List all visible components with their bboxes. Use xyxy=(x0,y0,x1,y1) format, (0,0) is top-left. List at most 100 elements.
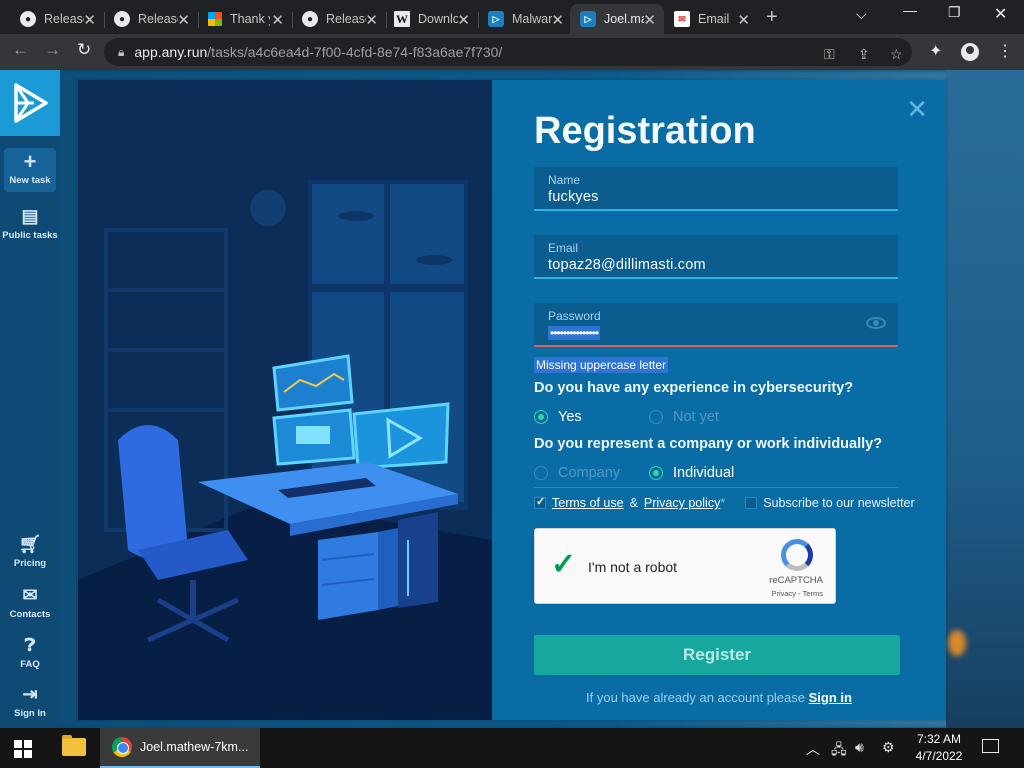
terms-row: Terms of use & Privacy policy * Subscrib… xyxy=(534,495,915,510)
reload-icon[interactable]: ↻ xyxy=(77,40,91,60)
radio-experience-not-yet[interactable]: Not yet xyxy=(649,409,719,425)
network-icon[interactable]: 🖧︎ xyxy=(831,739,847,763)
recaptcha-widget[interactable]: ✓ I'm not a robot reCAPTCHA Privacy - Te… xyxy=(534,528,836,604)
form-title: Registration xyxy=(534,110,756,152)
windows-taskbar: Joel.mathew-7km... ︿ 🖧︎ 🔊︎ ⚙ 7:32 AM 4/7… xyxy=(0,728,1024,768)
close-tab-icon[interactable]: ✕ xyxy=(83,11,96,29)
radio-icon xyxy=(534,466,548,480)
browser-tab[interactable]: W Download ✕ xyxy=(384,4,479,34)
desk-illustration xyxy=(78,80,492,720)
key-icon[interactable]: ⚿ xyxy=(824,46,835,63)
close-tab-icon[interactable]: ✕ xyxy=(271,11,284,29)
tray-chevron-icon[interactable]: ︿ xyxy=(806,739,820,759)
close-tab-icon[interactable]: ✕ xyxy=(737,11,750,29)
newsletter-checkbox[interactable] xyxy=(745,497,758,509)
close-tab-icon[interactable]: ✕ xyxy=(365,11,378,29)
close-tab-icon[interactable]: ✕ xyxy=(643,11,656,29)
play-logo-icon xyxy=(14,83,48,123)
mail-icon: ✉ xyxy=(22,585,38,605)
password-input[interactable]: ••••••••••••••• xyxy=(548,326,601,340)
name-input[interactable]: fuckyes xyxy=(548,189,884,205)
notification-icon[interactable] xyxy=(982,739,999,753)
radio-selected-icon xyxy=(649,466,663,480)
close-tab-icon[interactable]: ✕ xyxy=(551,11,564,29)
password-error: Missing uppercase letter xyxy=(534,357,669,373)
address-bar[interactable]: 🔒︎ app.any.run/tasks/a4c6ea4d-7f00-4cfd-… xyxy=(104,38,912,66)
browser-tab-strip: ● Releases ✕ ● Releases ✕ Thank you ✕ ● … xyxy=(0,0,1024,34)
minimize-icon[interactable]: — xyxy=(903,2,917,18)
register-button[interactable]: Register xyxy=(534,635,900,675)
sidebar-item-sign-in[interactable]: ⇥ Sign In xyxy=(0,684,60,719)
github-icon: ● xyxy=(302,11,318,27)
page-content: + New task ▤ Public tasks 🛒︎ Pricing ✉ C… xyxy=(0,70,1024,728)
radio-individual[interactable]: Individual xyxy=(649,465,734,481)
browser-tab-active[interactable]: ▷ Joel.mathew ✕ xyxy=(570,4,664,34)
terms-link[interactable]: Terms of use xyxy=(552,496,624,510)
email-field[interactable]: Email topaz28@dillimasti.com xyxy=(534,235,898,279)
password-field[interactable]: Password ••••••••••••••• xyxy=(534,303,898,347)
cart-icon: 🛒︎ xyxy=(18,534,42,554)
experience-question: Do you have any experience in cybersecur… xyxy=(534,380,854,396)
sidebar: + New task ▤ Public tasks 🛒︎ Pricing ✉ C… xyxy=(0,70,60,728)
browser-toolbar: ← → ↻ 🔒︎ app.any.run/tasks/a4c6ea4d-7f00… xyxy=(0,34,1024,70)
browser-tab[interactable]: ▷ Malware ✕ xyxy=(478,4,572,34)
browser-tab[interactable]: ● Releases ✕ xyxy=(104,4,199,34)
close-tab-icon[interactable]: ✕ xyxy=(457,11,470,29)
registration-form: ✕ Registration Name fuckyes Email topaz2… xyxy=(492,80,946,720)
signin-link[interactable]: Sign in xyxy=(809,690,852,705)
radio-experience-yes[interactable]: Yes xyxy=(534,409,582,425)
anyrun-logo[interactable] xyxy=(0,70,60,136)
w-icon: W xyxy=(394,11,410,27)
radio-company[interactable]: Company xyxy=(534,465,620,481)
window-close-icon[interactable]: ✕ xyxy=(994,4,1007,24)
taskbar-chrome-app[interactable]: Joel.mathew-7km... xyxy=(100,728,260,768)
extensions-icon[interactable]: ✦ xyxy=(929,41,942,61)
profile-icon[interactable] xyxy=(961,43,979,61)
lock-icon: 🔒︎ xyxy=(118,44,125,59)
browser-tab[interactable]: ● Releases ✕ xyxy=(10,4,105,34)
eye-icon[interactable] xyxy=(866,317,886,329)
sidebar-item-new-task[interactable]: + New task xyxy=(4,148,56,192)
registration-modal: ✕ Registration Name fuckyes Email topaz2… xyxy=(78,80,946,720)
forward-icon[interactable]: → xyxy=(44,40,61,60)
back-icon[interactable]: ← xyxy=(12,40,29,60)
recaptcha-icon xyxy=(781,539,813,571)
newsletter-label: Subscribe to our newsletter xyxy=(763,496,915,510)
workspace-illustration xyxy=(78,80,492,720)
windows-start-icon[interactable] xyxy=(14,740,32,758)
privacy-link[interactable]: Privacy policy xyxy=(644,496,720,510)
menu-icon[interactable]: ⋮ xyxy=(997,41,1013,61)
recaptcha-terms-link[interactable]: Privacy - Terms xyxy=(771,589,823,598)
tab-search-icon[interactable]: ⌵ xyxy=(856,6,867,23)
sidebar-item-faq[interactable]: ❓︎ FAQ xyxy=(0,635,60,670)
volume-icon[interactable]: 🔊︎ xyxy=(855,739,864,756)
restore-icon[interactable]: ❐ xyxy=(948,4,961,21)
close-icon[interactable]: ✕ xyxy=(906,94,928,125)
terms-checkbox[interactable] xyxy=(534,495,546,509)
browser-tab[interactable]: Thank you ✕ xyxy=(198,4,293,34)
signin-icon: ⇥ xyxy=(22,684,38,704)
sidebar-item-public-tasks[interactable]: ▤ Public tasks xyxy=(0,206,60,241)
browser-tab[interactable]: ✉ Email ✕ xyxy=(664,4,758,34)
anyrun-icon: ▷ xyxy=(580,11,596,27)
chrome-icon xyxy=(112,737,132,757)
share-icon[interactable]: ⇪ xyxy=(858,46,870,63)
company-question: Do you represent a company or work indiv… xyxy=(534,436,883,452)
browser-tab[interactable]: ● Releases ✕ xyxy=(292,4,387,34)
checkmark-icon[interactable]: ✓ xyxy=(551,547,576,582)
radio-icon xyxy=(649,410,663,424)
bookmark-star-icon[interactable]: ☆ xyxy=(890,46,903,63)
file-explorer-icon[interactable] xyxy=(62,735,86,756)
help-icon: ❓︎ xyxy=(24,635,36,655)
document-icon: ▤ xyxy=(21,206,39,226)
close-tab-icon[interactable]: ✕ xyxy=(177,11,190,29)
microsoft-icon xyxy=(208,12,222,26)
radio-selected-icon xyxy=(534,410,548,424)
sidebar-item-contacts[interactable]: ✉ Contacts xyxy=(0,585,60,620)
new-tab-icon[interactable]: + xyxy=(766,6,778,29)
sidebar-item-pricing[interactable]: 🛒︎ Pricing xyxy=(0,534,60,569)
settings-gear-icon[interactable]: ⚙ xyxy=(882,739,895,756)
email-input[interactable]: topaz28@dillimasti.com xyxy=(548,257,884,273)
name-field[interactable]: Name fuckyes xyxy=(534,167,898,211)
system-clock[interactable]: 7:32 AM 4/7/2022 xyxy=(904,731,974,765)
